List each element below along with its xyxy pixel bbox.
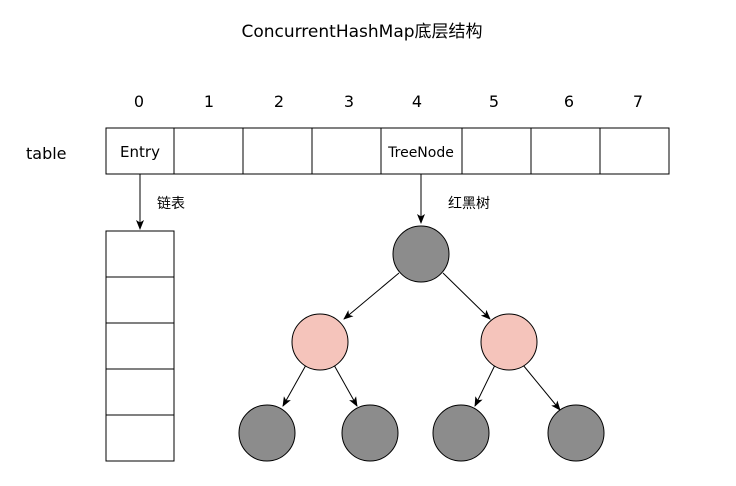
index-label: 5 xyxy=(489,92,499,111)
index-label: 1 xyxy=(204,92,214,111)
index-label: 4 xyxy=(412,92,422,111)
tree-node-red xyxy=(480,313,538,371)
tree-edge xyxy=(282,364,307,407)
tree-node-red xyxy=(291,313,349,371)
list-node xyxy=(105,276,175,324)
index-label: 6 xyxy=(564,92,574,111)
tree-node-black xyxy=(547,404,605,462)
list-node xyxy=(105,414,175,462)
table-cell xyxy=(242,127,313,175)
index-label: 2 xyxy=(274,92,284,111)
list-node xyxy=(105,322,175,370)
red-black-tree xyxy=(238,225,605,462)
tree-edge xyxy=(343,272,400,320)
tree-edge xyxy=(522,364,561,411)
diagram-title: ConcurrentHashMap底层结构 xyxy=(241,22,482,42)
tree-node-black xyxy=(341,404,399,462)
linked-list xyxy=(105,230,175,462)
concurrenthashmap-diagram: ConcurrentHashMap底层结构 0 1 2 3 4 5 6 7 ta… xyxy=(26,22,670,462)
table-index-labels: 0 1 2 3 4 5 6 7 xyxy=(134,92,643,111)
table-cell xyxy=(530,127,601,175)
table-cell xyxy=(461,127,532,175)
linked-list-label: 链表 xyxy=(157,196,185,212)
index-label: 0 xyxy=(134,92,144,111)
tree-node-black xyxy=(432,404,490,462)
red-black-tree-label: 红黑树 xyxy=(448,196,490,212)
table-label: table xyxy=(26,144,67,163)
tree-edge xyxy=(442,272,491,320)
tree-node-black xyxy=(392,225,450,283)
table-cell-label: TreeNode xyxy=(387,145,454,161)
tree-edge xyxy=(474,364,496,407)
index-label: 3 xyxy=(344,92,354,111)
table-cell xyxy=(599,127,670,175)
index-label: 7 xyxy=(633,92,643,111)
list-node xyxy=(105,230,175,278)
tree-edge xyxy=(333,364,358,407)
table-cell-label: Entry xyxy=(120,143,160,161)
table-cell xyxy=(173,127,244,175)
list-node xyxy=(105,368,175,416)
hash-table: Entry TreeNode xyxy=(105,127,670,175)
table-cell xyxy=(311,127,382,175)
tree-node-black xyxy=(238,404,296,462)
